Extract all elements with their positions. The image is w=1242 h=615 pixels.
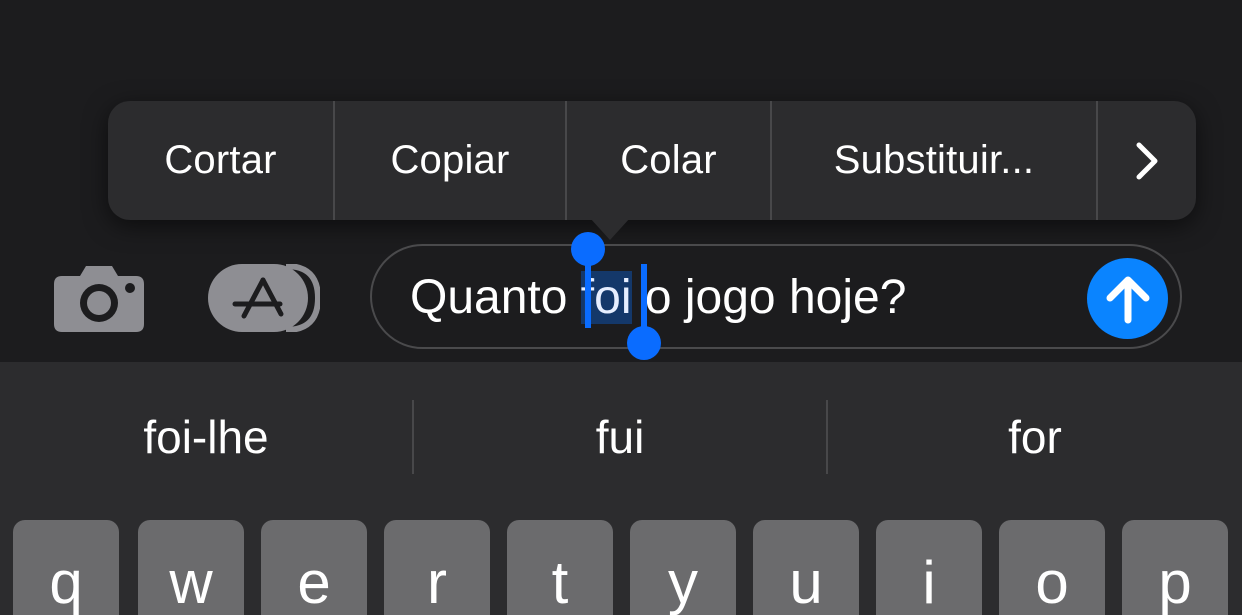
messages-screen: Cortar Copiar Colar Substituir... Quanto… (0, 0, 1242, 615)
key-e[interactable]: e (261, 520, 367, 615)
edit-context-menu: Cortar Copiar Colar Substituir... (108, 101, 1196, 220)
text-after: o jogo hoje? (631, 271, 907, 324)
message-input[interactable]: Quanto foi o jogo hoje? (370, 244, 1182, 349)
key-y[interactable]: y (630, 520, 736, 615)
apps-button[interactable] (208, 263, 322, 333)
suggestion-1[interactable]: foi-lhe (0, 400, 412, 474)
key-q[interactable]: q (13, 520, 119, 615)
selection-start-bar (585, 262, 591, 328)
keyboard: foi-lhe fui for q w e r t y u i o p (0, 362, 1242, 615)
send-button[interactable] (1087, 258, 1168, 339)
key-t[interactable]: t (507, 520, 613, 615)
menu-item-replace[interactable]: Substituir... (772, 101, 1098, 220)
predictive-bar: foi-lhe fui for (0, 362, 1242, 512)
menu-more-button[interactable] (1098, 101, 1196, 220)
selection-end-handle[interactable] (627, 326, 661, 360)
text-before: Quanto (410, 271, 581, 324)
menu-item-paste[interactable]: Colar (567, 101, 772, 220)
arrow-up-icon (1106, 276, 1149, 323)
key-o[interactable]: o (999, 520, 1105, 615)
chevron-right-icon (1136, 142, 1158, 179)
key-u[interactable]: u (753, 520, 859, 615)
camera-icon (54, 266, 144, 332)
keyboard-row-1: q w e r t y u i o p (0, 520, 1242, 615)
selection-start-handle[interactable] (571, 232, 605, 266)
key-i[interactable]: i (876, 520, 982, 615)
key-w[interactable]: w (138, 520, 244, 615)
message-text[interactable]: Quanto foi o jogo hoje? (410, 270, 906, 326)
suggestion-2[interactable]: fui (414, 400, 826, 474)
camera-button[interactable] (52, 262, 146, 334)
key-p[interactable]: p (1122, 520, 1228, 615)
selection-end-bar (641, 264, 647, 330)
suggestion-3[interactable]: for (828, 400, 1242, 474)
menu-item-cut[interactable]: Cortar (108, 101, 335, 220)
app-store-icon (208, 263, 322, 333)
key-r[interactable]: r (384, 520, 490, 615)
menu-item-copy[interactable]: Copiar (335, 101, 567, 220)
